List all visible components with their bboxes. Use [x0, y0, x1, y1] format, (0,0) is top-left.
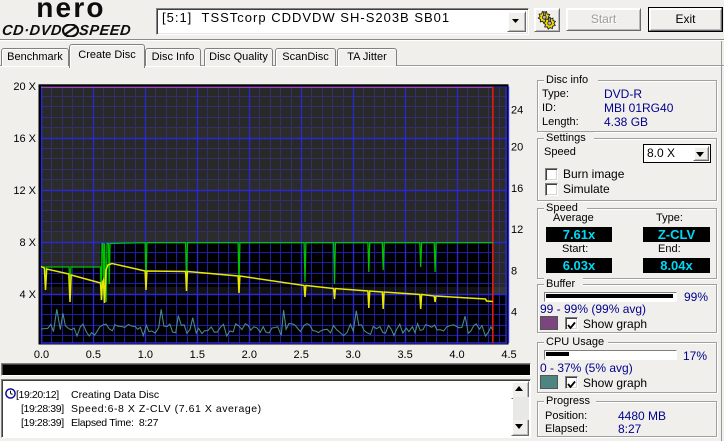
svg-text:1.0: 1.0: [138, 349, 153, 361]
svg-text:16: 16: [511, 183, 523, 195]
svg-text:1.5: 1.5: [190, 349, 205, 361]
svg-text:4 X: 4 X: [19, 289, 36, 301]
svg-text:4.0: 4.0: [449, 349, 464, 361]
svg-text:0.0: 0.0: [34, 349, 49, 361]
svg-text:2.0: 2.0: [242, 349, 257, 361]
svg-text:4.5: 4.5: [501, 349, 516, 361]
svg-text:4: 4: [511, 307, 517, 319]
svg-text:3.0: 3.0: [345, 349, 360, 361]
svg-text:3.5: 3.5: [397, 349, 412, 361]
svg-text:2.5: 2.5: [294, 349, 309, 361]
svg-text:8 X: 8 X: [19, 237, 36, 249]
svg-text:12: 12: [511, 224, 523, 236]
svg-text:8: 8: [511, 266, 517, 278]
svg-text:24: 24: [511, 105, 523, 117]
svg-text:20: 20: [511, 142, 523, 154]
svg-text:20 X: 20 X: [13, 81, 36, 93]
svg-text:0.5: 0.5: [86, 349, 101, 361]
svg-text:12 X: 12 X: [13, 185, 36, 197]
svg-text:16 X: 16 X: [13, 133, 36, 145]
